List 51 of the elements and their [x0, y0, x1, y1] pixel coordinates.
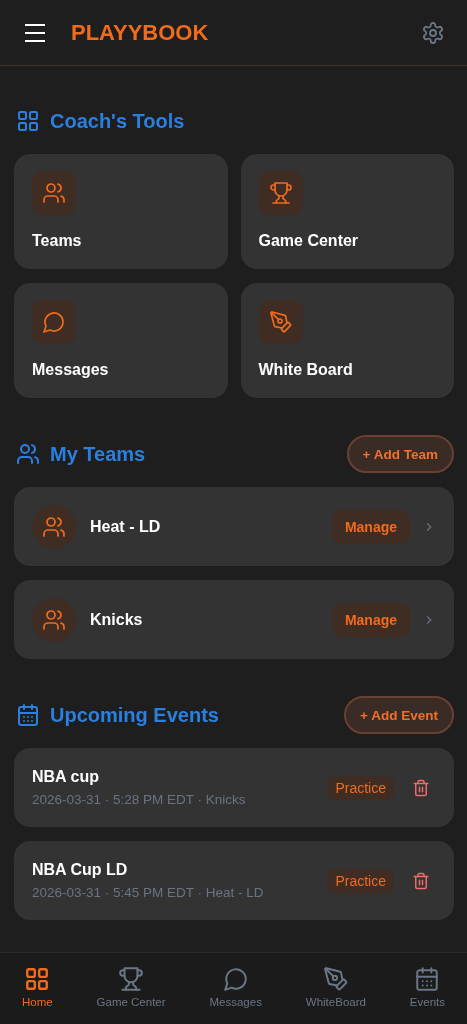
section-title: My Teams — [50, 442, 147, 466]
nav-tab[interactable]: WhiteBoard — [301, 965, 370, 1008]
grid-icon — [24, 965, 51, 992]
team-name: Heat - LD — [90, 517, 162, 536]
tool-label: Teams — [32, 232, 82, 250]
calendar-icon — [16, 703, 40, 727]
delete-icon[interactable] — [412, 871, 430, 890]
event-card[interactable]: NBA cup 2026-03-31 · 5:28 PM EDT · Knicks Practice — [14, 748, 454, 827]
nav-tab[interactable]: Events — [405, 965, 449, 1008]
chat-bubble-icon — [222, 965, 249, 992]
event-tag: Practice — [327, 775, 394, 800]
trophy-icon — [268, 181, 293, 205]
event-tag: Practice — [327, 868, 394, 893]
users-icon — [42, 514, 66, 539]
chat-bubble-icon — [42, 310, 66, 334]
section-title: Coach's Tools — [50, 109, 186, 133]
app-title: PLAYYBOOK — [71, 19, 210, 46]
team-card[interactable]: Heat - LD Manage — [14, 487, 454, 566]
nav-tab[interactable]: Messages — [205, 965, 266, 1008]
menu-icon[interactable] — [24, 22, 46, 43]
settings-icon[interactable] — [421, 20, 445, 45]
event-card[interactable]: NBA Cup LD 2026-03-31 · 5:45 PM EDT · Heat - LD Practice — [14, 841, 454, 920]
pen-nib-icon — [322, 965, 349, 992]
nav-tab[interactable]: Game Center — [92, 965, 170, 1008]
section-title: Upcoming Events — [50, 703, 220, 727]
event-title: NBA cup — [32, 768, 100, 786]
manage-button[interactable]: Manage — [331, 509, 410, 544]
delete-icon[interactable] — [412, 778, 430, 797]
team-card[interactable]: Knicks Manage — [14, 580, 454, 659]
tool-card[interactable]: White Board — [240, 283, 454, 398]
pen-nib-icon — [268, 310, 293, 334]
tool-label: Game Center — [258, 232, 359, 250]
tool-card[interactable]: Teams — [14, 154, 228, 269]
tool-label: White Board — [258, 361, 353, 379]
event-details: 2026-03-31 · 5:45 PM EDT · Heat - LD — [32, 885, 265, 900]
nav-tab[interactable]: Home — [17, 965, 57, 1008]
grid-icon — [16, 109, 40, 133]
tool-card[interactable]: Messages — [14, 283, 228, 398]
add-button[interactable]: + Add Team — [346, 435, 454, 473]
trophy-icon — [118, 965, 145, 992]
users-icon — [42, 181, 66, 205]
calendar-icon — [414, 965, 441, 992]
team-name: Knicks — [90, 610, 144, 629]
add-button[interactable]: + Add Event — [344, 696, 454, 734]
event-details: 2026-03-31 · 5:28 PM EDT · Knicks — [32, 792, 247, 807]
tool-label: Messages — [32, 361, 109, 379]
users-icon — [16, 442, 40, 466]
manage-button[interactable]: Manage — [331, 602, 410, 637]
tool-card[interactable]: Game Center — [240, 154, 454, 269]
users-icon — [42, 607, 66, 632]
event-title: NBA Cup LD — [32, 861, 129, 879]
